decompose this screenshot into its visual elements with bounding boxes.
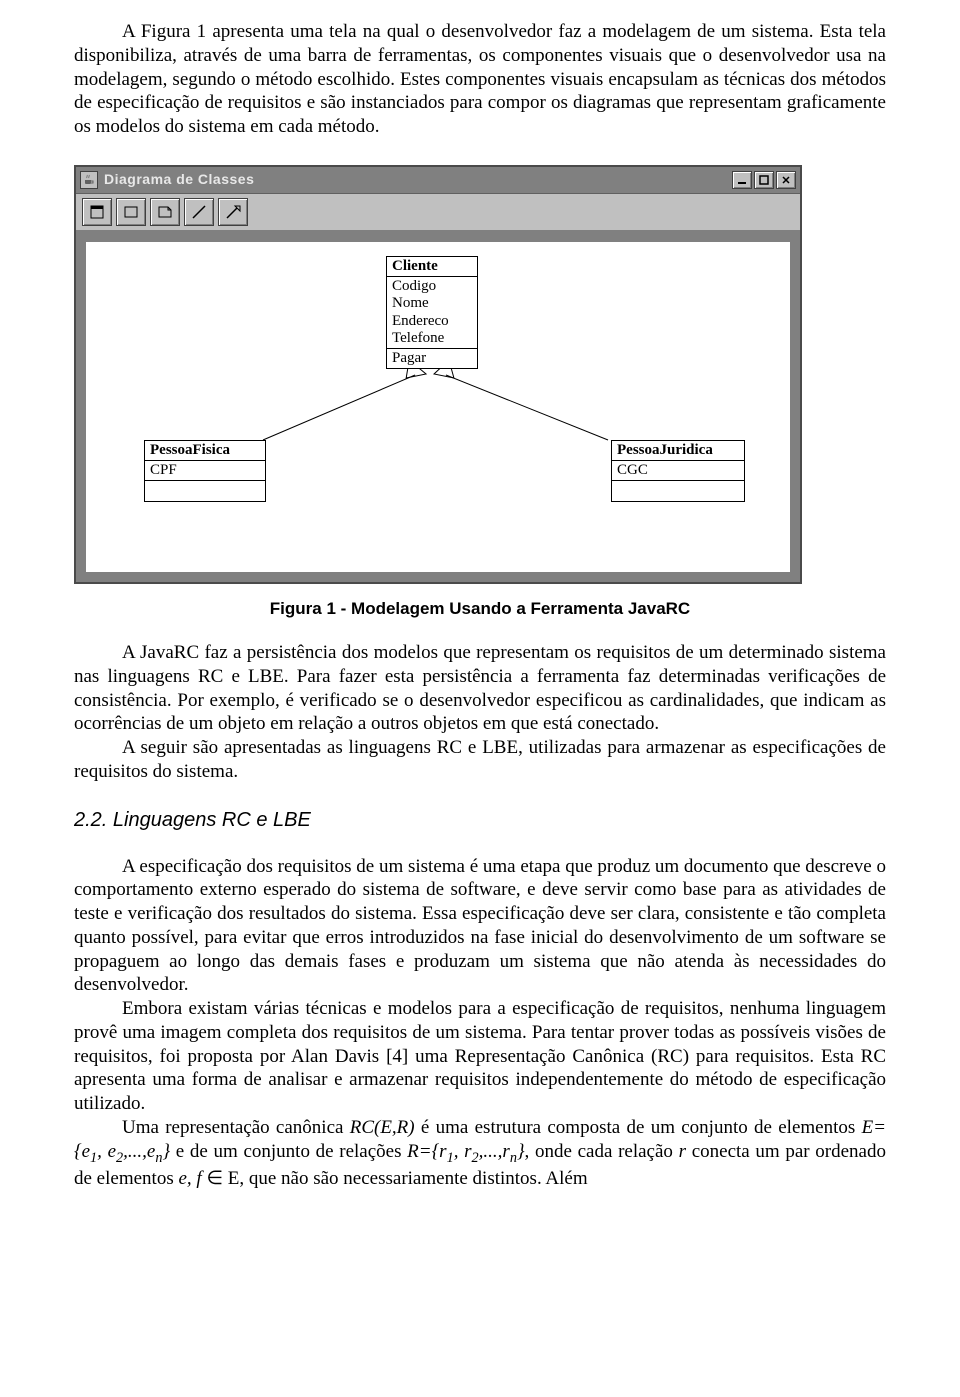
- toolbar: [76, 194, 800, 232]
- math-ef: e, f: [178, 1168, 201, 1189]
- uml-attr: Codigo: [392, 278, 472, 295]
- figure-1-caption: Figura 1 - Modelagem Usando a Ferramenta…: [74, 598, 886, 619]
- text-frag: , onde cada relação: [525, 1141, 679, 1162]
- uml-attr: Telefone: [392, 330, 472, 347]
- uml-class-pessoa-fisica[interactable]: PessoaFisica CPF: [144, 440, 266, 502]
- uml-attr: CGC: [617, 462, 739, 479]
- association-tool-button[interactable]: [184, 198, 214, 226]
- close-button[interactable]: [776, 171, 796, 189]
- math-in-e: ∈ E: [202, 1168, 240, 1189]
- uml-attr: Nome: [392, 295, 472, 312]
- math-r: r: [679, 1141, 686, 1162]
- uml-op: Pagar: [392, 350, 472, 367]
- figure-1: Diagrama de Classes: [74, 165, 886, 584]
- uml-class-name: PessoaJuridica: [612, 441, 744, 460]
- note-tool-button[interactable]: [150, 198, 180, 226]
- generalization-tool-button[interactable]: [218, 198, 248, 226]
- uml-ops: [612, 480, 744, 500]
- window-diagrama-de-classes: Diagrama de Classes: [74, 165, 802, 584]
- uml-class-name: PessoaFisica: [145, 441, 265, 460]
- paragraph-javarc-persist: A JavaRC faz a persistência dos modelos …: [74, 641, 886, 736]
- uml-class-pessoa-juridica[interactable]: PessoaJuridica CGC: [611, 440, 745, 502]
- window-titlebar: Diagrama de Classes: [76, 167, 800, 194]
- uml-attr: CPF: [150, 462, 260, 479]
- text-frag: é uma estrutura composta de um conjunto …: [415, 1117, 862, 1138]
- math-rc-er: RC(E,R): [350, 1117, 415, 1138]
- uml-attrs: CPF: [145, 460, 265, 480]
- text-frag: e de um conjunto de relações: [170, 1141, 407, 1162]
- math-r-set: R={r1, r2,...,rn}: [407, 1141, 524, 1162]
- window-title: Diagrama de Classes: [104, 171, 732, 189]
- minimize-button[interactable]: [732, 171, 752, 189]
- paragraph-rc-lbe-intro: A seguir são apresentadas as linguagens …: [74, 736, 886, 784]
- window-client-area: Cliente Codigo Nome Endereco Telefone Pa…: [76, 232, 800, 582]
- select-tool-button[interactable]: [82, 198, 112, 226]
- uml-attrs: CGC: [612, 460, 744, 480]
- paragraph-intro: A Figura 1 apresenta uma tela na qual o …: [74, 20, 886, 139]
- paragraph-rc-definition: Uma representação canônica RC(E,R) é uma…: [74, 1116, 886, 1191]
- text-frag: Uma representação canônica: [122, 1117, 350, 1138]
- diagram-canvas[interactable]: Cliente Codigo Nome Endereco Telefone Pa…: [86, 242, 790, 572]
- maximize-button[interactable]: [754, 171, 774, 189]
- uml-attrs: Codigo Nome Endereco Telefone: [387, 276, 477, 348]
- uml-class-name: Cliente: [387, 257, 477, 276]
- uml-attr: Endereco: [392, 313, 472, 330]
- uml-ops: Pagar: [387, 348, 477, 368]
- class-tool-button[interactable]: [116, 198, 146, 226]
- uml-ops: [145, 480, 265, 500]
- uml-class-cliente[interactable]: Cliente Codigo Nome Endereco Telefone Pa…: [386, 256, 478, 370]
- heading-2-2: 2.2. Linguagens RC e LBE: [74, 808, 886, 833]
- text-frag: , que não são necessariamente distintos.…: [239, 1168, 587, 1189]
- paragraph-spec-reqs: A especificação dos requisitos de um sis…: [74, 855, 886, 998]
- paragraph-rc-canonical: Embora existam várias técnicas e modelos…: [74, 997, 886, 1116]
- java-cup-icon: [80, 171, 98, 189]
